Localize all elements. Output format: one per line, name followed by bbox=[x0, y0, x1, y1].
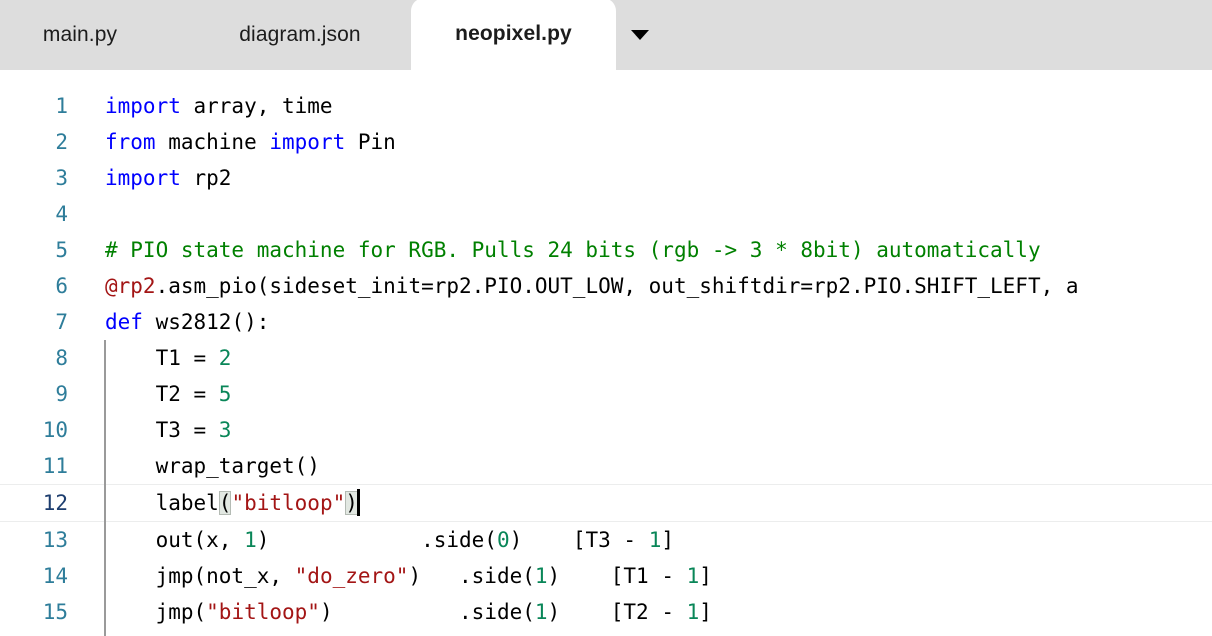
code-token: ] bbox=[699, 600, 712, 624]
code-token: array, time bbox=[180, 94, 333, 118]
code-token: 1 bbox=[648, 528, 662, 552]
code-line[interactable]: 8 T1 = 2 bbox=[0, 340, 1212, 376]
code-token: import bbox=[269, 130, 346, 154]
code-token: 1 bbox=[244, 528, 257, 552]
code-line-content[interactable]: jmp("bitloop") .side(1) [T2 - 1] bbox=[68, 594, 1212, 630]
tab-overflow-menu-button[interactable] bbox=[616, 0, 664, 70]
code-token: "bitloop" bbox=[206, 600, 320, 624]
editor-window: main.py diagram.json neopixel.py 1 import… bbox=[0, 0, 1212, 636]
code-token: ] bbox=[661, 528, 674, 552]
code-line-content[interactable]: import array, time bbox=[68, 88, 1212, 124]
code-token: ) .side( bbox=[408, 564, 535, 588]
tab-diagram-json[interactable]: diagram.json bbox=[221, 0, 379, 70]
chevron-down-icon bbox=[631, 30, 649, 40]
code-line[interactable]: 9 T2 = 5 bbox=[0, 376, 1212, 412]
code-line-content[interactable]: # PIO state machine for RGB. Pulls 24 bi… bbox=[68, 232, 1212, 268]
code-token: "bitloop" bbox=[231, 491, 346, 515]
code-line-content[interactable]: jmp(not_x, "do_zero") .side(1) [T1 - 1] bbox=[68, 558, 1212, 594]
line-number: 11 bbox=[42, 454, 68, 478]
code-token: T1 = bbox=[105, 346, 219, 370]
code-line-content[interactable]: T3 = 3 bbox=[68, 412, 1212, 448]
code-line[interactable]: 1 import array, time bbox=[0, 88, 1212, 124]
code-line[interactable]: 15 jmp("bitloop") .side(1) [T2 - 1] bbox=[0, 594, 1212, 630]
code-token: import bbox=[105, 166, 181, 190]
code-editor[interactable]: 1 import array, time 2 from machine import … bbox=[0, 70, 1212, 636]
line-number: 10 bbox=[42, 418, 68, 442]
line-number: 14 bbox=[42, 564, 68, 588]
code-token: 2 bbox=[218, 346, 232, 370]
code-token: T2 = bbox=[105, 382, 219, 406]
code-token: ) [T2 - bbox=[547, 600, 687, 624]
code-line-content[interactable]: T2 = 5 bbox=[68, 376, 1212, 412]
tab-main-py[interactable]: main.py bbox=[33, 0, 127, 70]
tab-bar: main.py diagram.json neopixel.py bbox=[0, 0, 1212, 70]
line-number: 7 bbox=[55, 310, 68, 334]
code-token: 1 bbox=[534, 564, 548, 588]
code-line-content[interactable]: import rp2 bbox=[68, 160, 1212, 196]
code-line[interactable]: 14 jmp(not_x, "do_zero") .side(1) [T1 - … bbox=[0, 558, 1212, 594]
code-line[interactable]: 7 def ws2812(): bbox=[0, 304, 1212, 340]
code-line[interactable]: 3 import rp2 bbox=[0, 160, 1212, 196]
code-token: 0 bbox=[496, 528, 510, 552]
code-token: @rp2 bbox=[105, 274, 156, 298]
line-number: 5 bbox=[55, 238, 68, 262]
code-line[interactable]: 6 @rp2.asm_pio(sideset_init=rp2.PIO.OUT_L… bbox=[0, 268, 1212, 304]
code-lines-container: 1 import array, time 2 from machine import … bbox=[0, 70, 1212, 636]
line-number: 2 bbox=[55, 130, 68, 154]
line-number: 12 bbox=[42, 491, 68, 515]
code-token: # PIO state machine for RGB. Pulls 24 bi… bbox=[105, 238, 1041, 262]
text-cursor bbox=[356, 489, 360, 516]
code-line[interactable]: 11 wrap_target() bbox=[0, 448, 1212, 484]
code-line-content[interactable]: def ws2812(): bbox=[68, 304, 1212, 340]
code-line-content[interactable]: @rp2.asm_pio(sideset_init=rp2.PIO.OUT_LO… bbox=[68, 268, 1212, 304]
code-token: import bbox=[105, 94, 181, 118]
code-token: ] bbox=[699, 564, 712, 588]
code-line[interactable]: 2 from machine import Pin bbox=[0, 124, 1212, 160]
code-token: from bbox=[105, 130, 156, 154]
code-line[interactable]: 12 label("bitloop") bbox=[0, 484, 1212, 522]
code-token: ) .side( bbox=[319, 600, 535, 624]
line-number: 4 bbox=[55, 202, 68, 226]
code-token: wrap_target() bbox=[105, 454, 320, 478]
code-token: 1 bbox=[534, 600, 548, 624]
code-token: ) [T1 - bbox=[547, 564, 687, 588]
code-token: 1 bbox=[686, 600, 700, 624]
code-token: Pin bbox=[345, 130, 396, 154]
code-token: machine bbox=[155, 130, 270, 154]
code-token: T3 = bbox=[105, 418, 219, 442]
code-token: rp2 bbox=[180, 166, 232, 190]
code-token: def bbox=[105, 310, 143, 334]
line-number: 3 bbox=[55, 166, 68, 190]
code-token: ( bbox=[218, 491, 232, 515]
line-number: 1 bbox=[55, 94, 68, 118]
code-line[interactable]: 10 T3 = 3 bbox=[0, 412, 1212, 448]
code-token: ws2812(): bbox=[142, 310, 270, 334]
line-number: 15 bbox=[42, 600, 68, 624]
code-line[interactable]: 5 # PIO state machine for RGB. Pulls 24 b… bbox=[0, 232, 1212, 268]
line-number: 9 bbox=[55, 382, 68, 406]
code-line-content[interactable]: wrap_target() bbox=[68, 448, 1212, 484]
code-line-content[interactable]: label("bitloop") bbox=[68, 485, 1212, 521]
code-token: "do_zero" bbox=[294, 564, 409, 588]
code-token: jmp(not_x, bbox=[105, 564, 295, 588]
code-line[interactable]: 13 out(x, 1) .side(0) [T3 - 1] bbox=[0, 522, 1212, 558]
code-token: ) .side( bbox=[256, 528, 497, 552]
code-token: 1 bbox=[686, 564, 700, 588]
code-line-content[interactable]: out(x, 1) .side(0) [T3 - 1] bbox=[68, 522, 1212, 558]
line-number: 13 bbox=[42, 528, 68, 552]
code-token: .asm_pio(sideset_init=rp2.PIO.OUT_LOW, o… bbox=[155, 274, 1079, 298]
code-token: jmp( bbox=[105, 600, 207, 624]
code-line-content[interactable]: T1 = 2 bbox=[68, 340, 1212, 376]
code-token: ) [T3 - bbox=[509, 528, 649, 552]
code-line-content[interactable]: from machine import Pin bbox=[68, 124, 1212, 160]
code-token: out(x, bbox=[105, 528, 245, 552]
tab-neopixel-py[interactable]: neopixel.py bbox=[411, 0, 616, 70]
line-number: 6 bbox=[55, 274, 68, 298]
line-number: 8 bbox=[55, 346, 68, 370]
code-token: label bbox=[105, 491, 219, 515]
code-token: 3 bbox=[218, 418, 232, 442]
code-token: 5 bbox=[218, 382, 232, 406]
code-line[interactable]: 4 bbox=[0, 196, 1212, 232]
